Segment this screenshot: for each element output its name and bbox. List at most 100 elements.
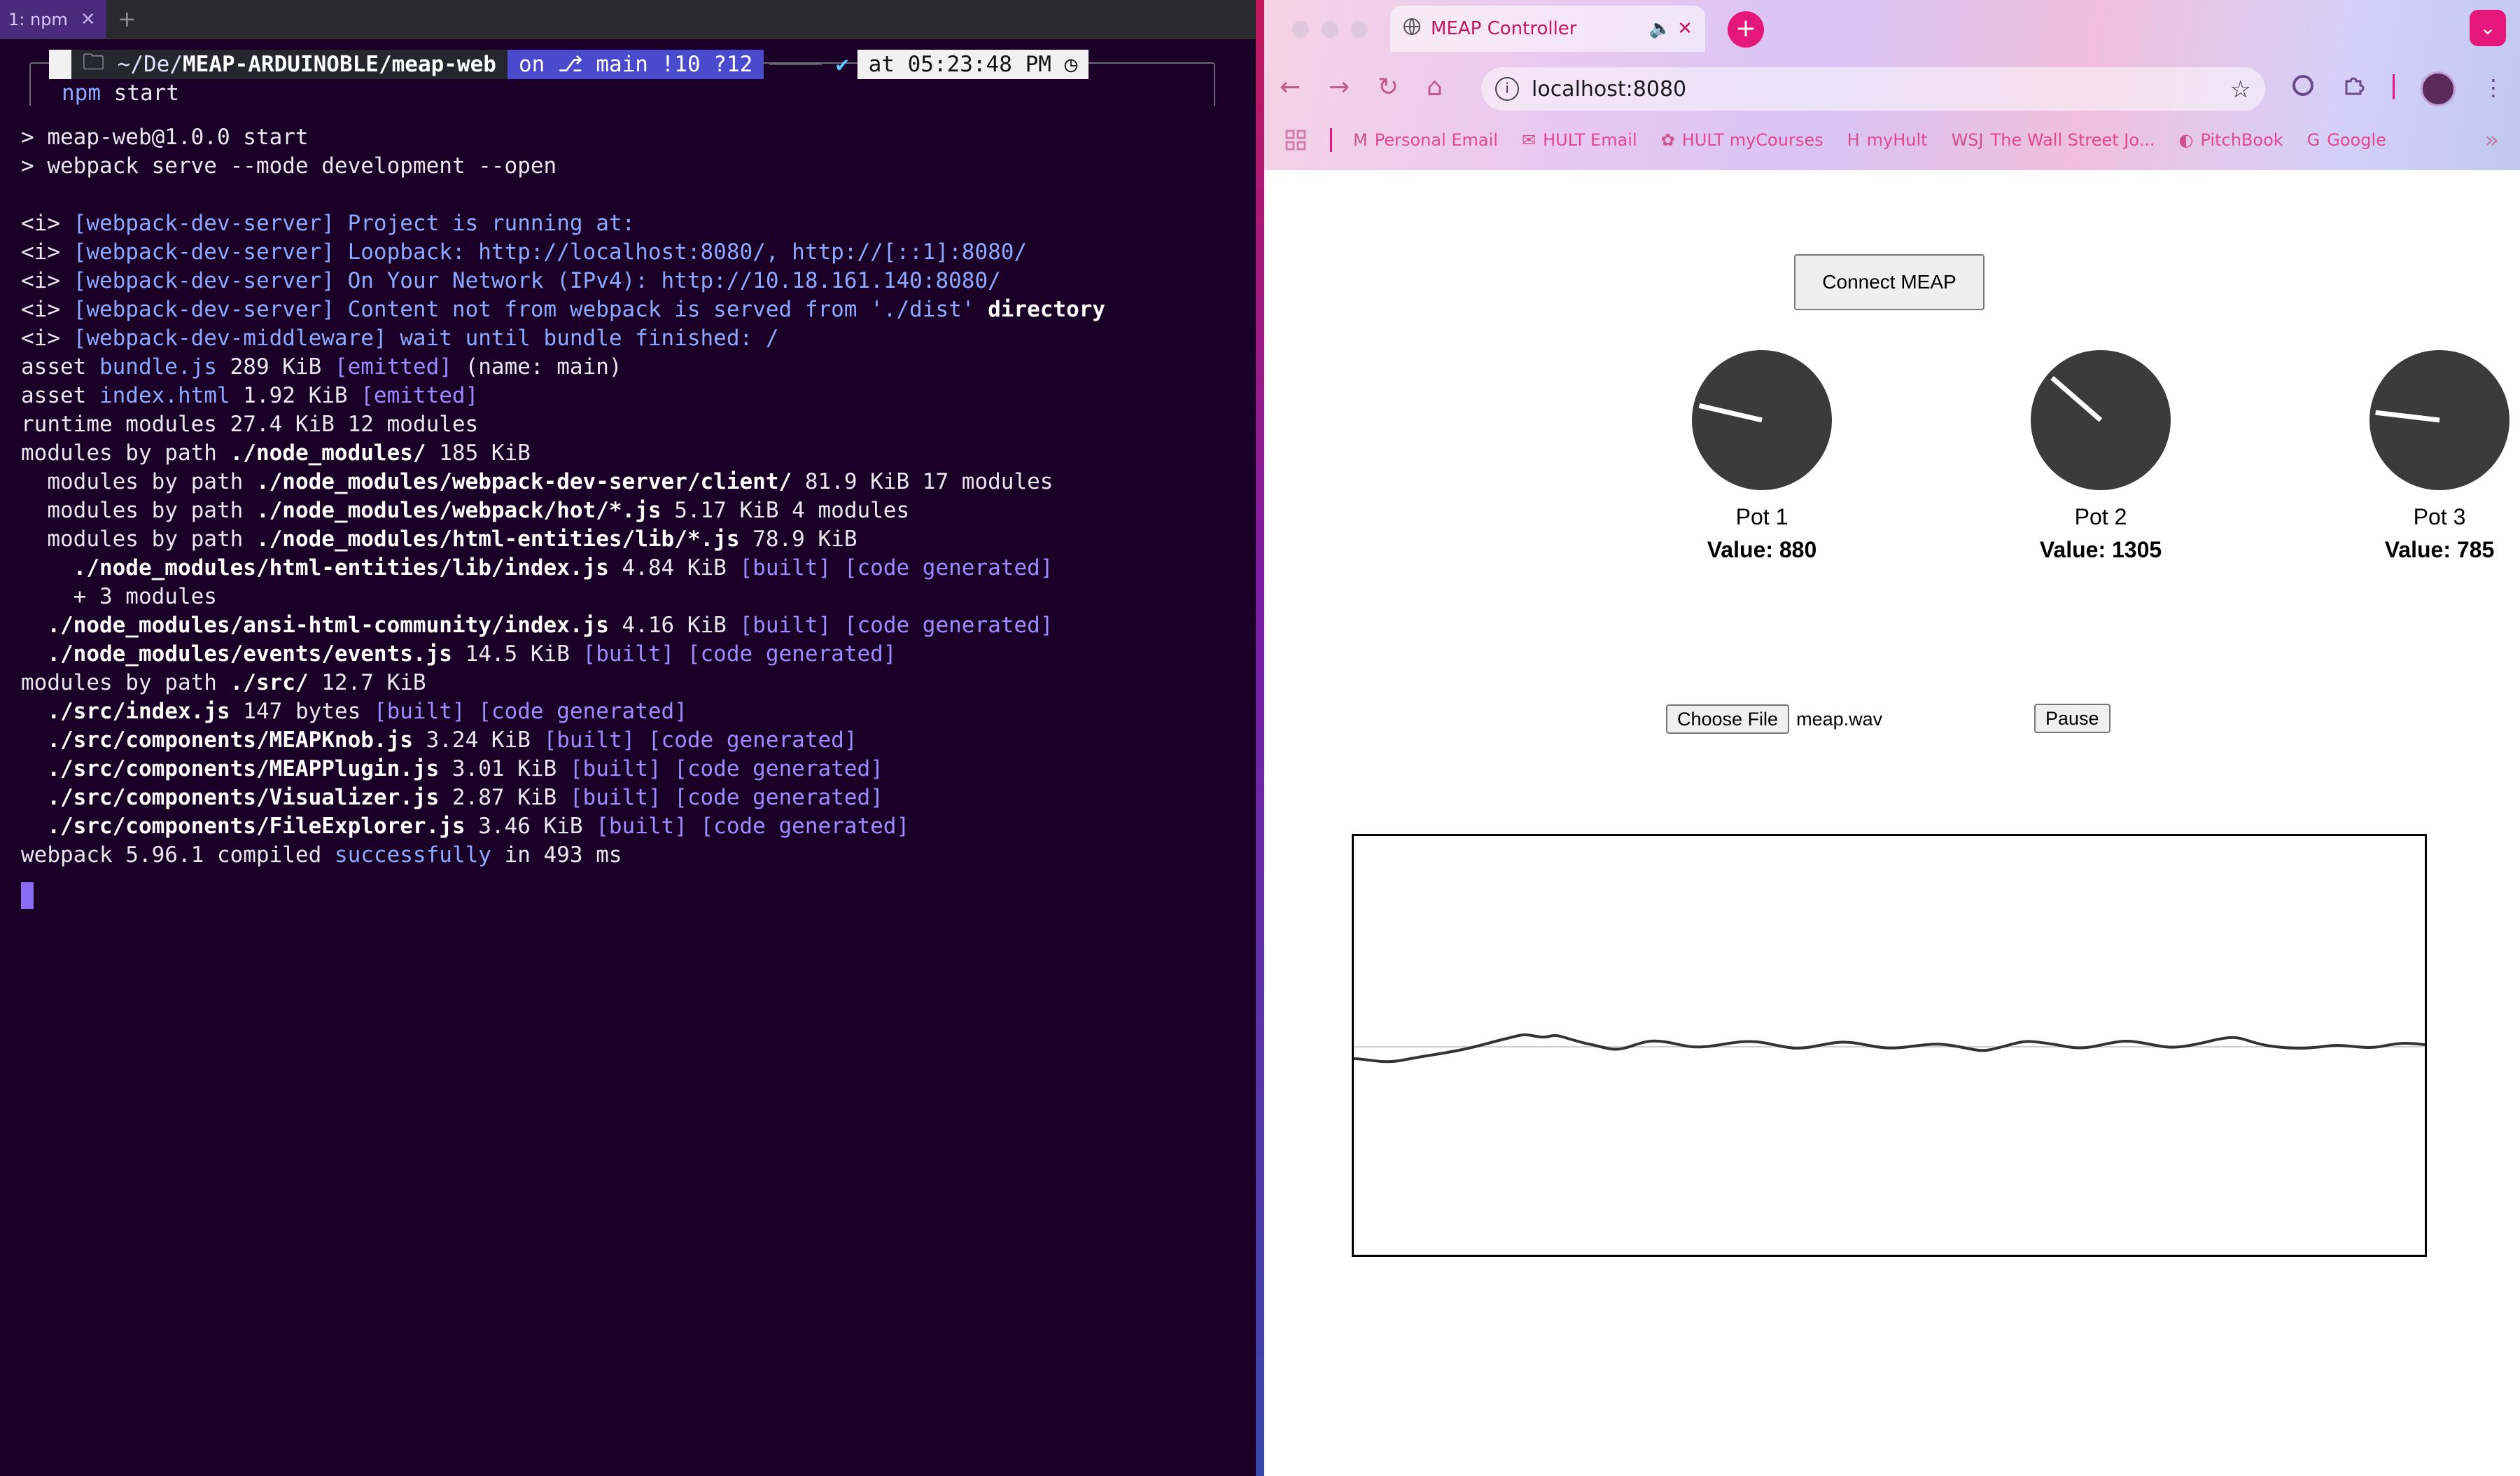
bookmark-label: The Wall Street Jo... (1990, 130, 2155, 150)
bookmarks-divider (1330, 128, 1332, 152)
back-arrow-icon[interactable]: ← (1280, 73, 1301, 102)
grammarly-extension-icon[interactable] (2292, 74, 2314, 102)
terminal-line-segment: modules by path (21, 469, 256, 494)
profile-avatar[interactable] (2421, 71, 2456, 106)
terminal-line: > webpack serve --mode development --ope… (21, 152, 556, 181)
pause-button[interactable]: Pause (2034, 704, 2110, 733)
terminal-line-segment: [webpack-dev-middleware] wait until bund… (73, 326, 779, 351)
bookmark-item[interactable]: G Google (2307, 130, 2386, 150)
terminal-line-segment: ./node_modules/webpack/hot/*.js (255, 498, 662, 523)
more-menu-icon[interactable]: ⋮ (2482, 74, 2505, 101)
waveform-canvas (1353, 1033, 2426, 1064)
terminal-line: <i> [webpack-dev-server] Content not fro… (21, 295, 1105, 324)
pot-3-knob[interactable]: Pot 3 Value: 785 (2334, 349, 2520, 563)
terminal-tab-npm[interactable]: 1: npm ✕ (0, 0, 106, 39)
tab-title: MEAP Controller (1431, 18, 1577, 39)
knob-label: Pot 3 (2413, 504, 2466, 529)
terminal-line-segment: 2.87 KiB (439, 785, 570, 810)
globe-icon (1403, 18, 1421, 41)
terminal-line: ./node_modules/events/events.js 14.5 KiB… (21, 640, 896, 669)
terminal-line-segment: 3.01 KiB (439, 756, 570, 781)
terminal-line-segment: [webpack-dev-server] Content not from we… (73, 297, 988, 322)
bookmark-favicon-icon: ✿ (1660, 130, 1675, 150)
window-minimize-dot[interactable] (1322, 21, 1338, 38)
site-info-icon[interactable]: i (1495, 77, 1519, 101)
tab-search-chevron-icon[interactable]: ⌄ (2470, 10, 2506, 46)
audio-icon[interactable]: 🔈 (1649, 18, 1672, 39)
bookmarks-overflow-icon[interactable]: » (2484, 126, 2499, 154)
bookmark-star-icon[interactable]: ☆ (2230, 76, 2251, 104)
terminal-line-segment: > meap-web@1.0.0 start (21, 125, 309, 150)
bookmark-item[interactable]: ✿ HULT myCourses (1661, 130, 1823, 150)
waveform-line (1353, 1033, 2426, 1064)
terminal-line-segment: + 3 modules (21, 584, 217, 609)
knob-dial[interactable] (2029, 349, 2172, 492)
terminal-line-segment: webpack 5.96.1 compiled (21, 842, 335, 868)
pot-2-knob[interactable]: Pot 2 Value: 1305 (1996, 349, 2206, 563)
knob-value: Value: 1305 (2039, 537, 2162, 562)
terminal-line-segment: <i> (21, 239, 74, 265)
address-bar[interactable]: i localhost:8080 ☆ (1481, 67, 2265, 111)
reload-icon[interactable]: ↻ (1378, 73, 1399, 102)
terminal-line-segment: in 493 ms (491, 842, 622, 868)
terminal-line-segment: modules by path (21, 527, 256, 552)
bookmark-item[interactable]: ◐ PitchBook (2179, 130, 2283, 150)
terminal-line: <i> [webpack-dev-server] Loopback: http:… (21, 238, 1027, 267)
browser-window[interactable]: MEAP Controller 🔈 ✕ + ⌄ ← → ↻ ⌂ i localh… (1264, 0, 2520, 1476)
terminal-line-segment: [built] [code generated] (582, 641, 897, 667)
terminal-tab-label: 1: npm (8, 9, 68, 29)
terminal-line-segment: 3.24 KiB (412, 727, 544, 753)
terminal-line-segment: [emitted] (334, 354, 452, 380)
window-zoom-dot[interactable] (1351, 21, 1368, 38)
close-icon[interactable]: ✕ (1677, 18, 1693, 39)
command-name: npm (62, 81, 101, 106)
terminal-line-segment: [built] [code generated] (543, 727, 858, 753)
prompt-time: at 05:23:48 PM ◷ (857, 50, 1089, 79)
terminal-line-segment: [built] [code generated] (596, 814, 910, 839)
url-text[interactable]: localhost:8080 (1532, 77, 1686, 102)
meap-controller-page: Connect MEAP Pot 1 Value: 880 Pot 2 Valu… (1264, 170, 2520, 1476)
bookmark-item[interactable]: M Personal Email (1353, 130, 1498, 150)
window-close-dot[interactable] (1292, 21, 1309, 38)
apple-icon (49, 50, 71, 79)
pot-1-knob[interactable]: Pot 1 Value: 880 (1657, 349, 1867, 563)
terminal-output[interactable]: 🗀 ~/De/MEAP-ARDUINOBLE/meap-web on ⎇ mai… (0, 39, 1256, 1476)
knob-dial[interactable] (2368, 349, 2511, 492)
bookmark-item[interactable]: WSJ The Wall Street Jo... (1952, 130, 2155, 150)
bookmark-favicon-icon: G (2306, 130, 2320, 150)
prompt-git-status: on ⎇ main !10 ?12 (507, 50, 764, 79)
terminal-line: ./node_modules/html-entities/lib/index.j… (21, 554, 1054, 583)
knob-dial[interactable] (1690, 349, 1833, 492)
choose-file-button[interactable]: Choose File (1666, 704, 1790, 734)
home-icon[interactable]: ⌂ (1427, 73, 1443, 102)
browser-tab-meap-controller[interactable]: MEAP Controller 🔈 ✕ (1390, 6, 1705, 52)
close-icon[interactable]: ✕ (80, 9, 96, 30)
terminal-line-segment: 81.9 KiB 17 modules (792, 469, 1054, 494)
knob-value: Value: 785 (2384, 537, 2495, 562)
terminal-line: asset index.html 1.92 KiB [emitted] (21, 382, 478, 410)
terminal-line-segment: 289 KiB (216, 354, 335, 380)
terminal-line-segment: runtime modules 27.4 KiB 12 modules (21, 412, 479, 437)
bookmark-item[interactable]: HmyHult (1847, 130, 1928, 150)
apps-grid-icon[interactable] (1285, 130, 1306, 151)
terminal-line: <i> [webpack-dev-server] On Your Network… (21, 267, 1001, 295)
bookmark-favicon-icon: WSJ (1951, 130, 1984, 150)
terminal-window[interactable]: 1: npm ✕ + 🗀 ~/De/MEAP-ARDUINOBLE/meap-w… (0, 0, 1256, 1476)
terminal-line-segment: 5.17 KiB 4 modules (661, 498, 910, 523)
terminal-line: modules by path ./src/ 12.7 KiB (21, 669, 426, 697)
terminal-line-segment: [built] [code generated] (569, 785, 883, 810)
terminal-cursor (21, 882, 34, 909)
terminal-line-segment: modules by path (21, 440, 230, 466)
terminal-line-segment: bundle.js (99, 354, 217, 380)
terminal-line: modules by path ./node_modules/ 185 KiB (21, 439, 531, 468)
new-tab-plus-icon[interactable]: + (118, 6, 136, 32)
new-tab-button[interactable]: + (1728, 11, 1764, 48)
terminal-line-segment: 4.84 KiB (608, 555, 740, 580)
forward-arrow-icon[interactable]: → (1329, 73, 1350, 102)
terminal-line-segment: asset (21, 354, 99, 380)
terminal-line-segment: <i> (21, 326, 74, 351)
bookmark-item[interactable]: ✉ HULT Email (1522, 130, 1637, 150)
terminal-line: ./src/components/MEAPKnob.js 3.24 KiB [b… (21, 726, 858, 755)
extensions-puzzle-icon[interactable] (2342, 74, 2365, 102)
connect-meap-button[interactable]: Connect MEAP (1794, 254, 1984, 310)
